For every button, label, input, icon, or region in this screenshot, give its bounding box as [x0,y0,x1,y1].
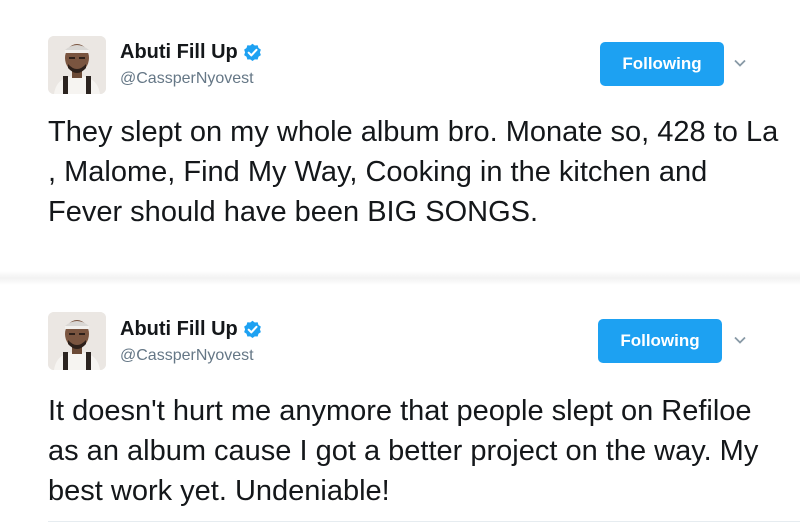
verified-badge-icon [243,43,262,62]
bottom-divider [48,521,800,522]
avatar[interactable] [48,312,106,370]
chevron-down-icon[interactable] [733,56,747,70]
tweet-text: It doesn't hurt me anymore that people s… [48,395,759,507]
chevron-down-icon[interactable] [733,333,747,347]
verified-badge-icon [243,320,262,339]
tweet-separator [0,271,800,285]
author-handle[interactable]: @CassperNyovest [120,70,254,88]
following-button[interactable]: Following [600,42,724,86]
author-row: Abuti Fill Up [120,318,262,341]
author-name[interactable]: Abuti Fill Up [120,318,238,341]
tweet-text: They slept on my whole album bro. Monate… [48,116,779,228]
avatar[interactable] [48,36,106,94]
author-handle[interactable]: @CassperNyovest [120,347,254,365]
following-button[interactable]: Following [598,319,722,363]
author-row: Abuti Fill Up [120,41,262,64]
author-name[interactable]: Abuti Fill Up [120,41,238,64]
